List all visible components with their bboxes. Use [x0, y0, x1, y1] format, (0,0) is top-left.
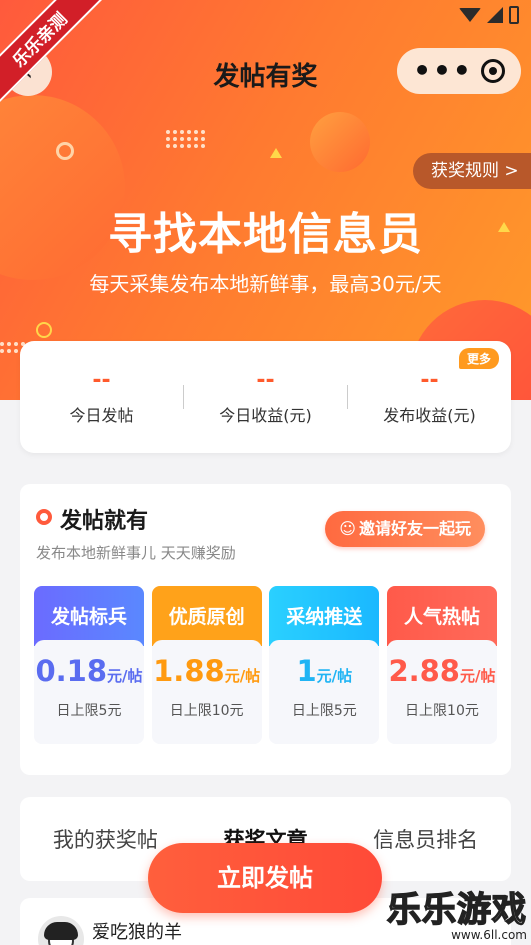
reward-amount-value: 2.88: [388, 654, 460, 688]
post-now-button[interactable]: 立即发帖: [148, 843, 382, 913]
reward-name: 人气热帖: [386, 586, 497, 646]
mini-program-capsule: •••: [397, 48, 521, 94]
wifi-icon: [459, 8, 481, 22]
reward-unit: 元/帖: [460, 667, 496, 685]
watermark-url: www.6ll.com: [451, 928, 527, 942]
stat-label: 今日收益(元): [219, 406, 312, 425]
reward-amount: 1元/帖: [269, 654, 379, 688]
hero-banner: ‹ 发帖有奖 ••• 获奖规则 > 寻找本地信息员 每天采集发布本地新鲜事，最高…: [0, 0, 531, 400]
more-badge[interactable]: 更多: [458, 348, 499, 369]
close-target-icon[interactable]: [480, 59, 505, 83]
reward-body: 2.88元/帖 日上限10元: [386, 640, 497, 744]
reward-amount: 1.88元/帖: [152, 654, 262, 688]
decor-ring: [36, 322, 52, 338]
reward-limit: 日上限10元: [169, 703, 244, 719]
avatar-hair: [44, 922, 78, 940]
decor-dots: [166, 130, 205, 148]
stat-label: 今日发帖: [69, 406, 134, 425]
invite-label: 邀请好友一起玩: [358, 519, 471, 538]
reward-amount: 2.88元/帖: [387, 654, 497, 688]
reward-amount-value: 1.88: [153, 654, 225, 688]
stat-today-posts: -- 今日发帖: [20, 368, 183, 426]
decor-ring: [56, 142, 74, 160]
section-title: 发帖就有: [60, 509, 149, 534]
stat-post-earnings[interactable]: 更多 -- 发布收益(元): [348, 348, 511, 426]
avatar: [38, 916, 84, 945]
reward-limit: 日上限5元: [291, 703, 357, 719]
invite-friends-button[interactable]: ☺ 邀请好友一起玩: [325, 511, 485, 547]
watermark: 乐乐游戏 www.6ll.com: [386, 890, 527, 942]
stat-value: --: [256, 368, 275, 393]
tab-my-awarded-posts[interactable]: 我的获奖帖: [53, 824, 158, 854]
award-rules-button[interactable]: 获奖规则 >: [413, 153, 531, 189]
reward-card[interactable]: 采纳推送 1元/帖 日上限5元: [269, 586, 380, 744]
stat-today-earnings: -- 今日收益(元): [184, 368, 347, 426]
reward-name: 采纳推送: [269, 586, 380, 646]
stat-label: 发布收益(元): [383, 406, 476, 425]
post-reward-card: 发帖就有 发布本地新鲜事儿 天天赚奖励 ☺ 邀请好友一起玩 发帖标兵 0.18元/…: [20, 484, 511, 775]
reward-body: 1元/帖 日上限5元: [269, 640, 380, 744]
decor-triangle: [270, 148, 282, 158]
tab-reporter-ranking[interactable]: 信息员排名: [373, 824, 478, 854]
reward-name: 优质原创: [151, 586, 262, 646]
signal-icon: [487, 7, 503, 23]
user-name: 爱吃狼的羊: [92, 922, 182, 943]
section-dot-icon: [36, 509, 52, 525]
watermark-title: 乐乐游戏: [386, 890, 527, 930]
reward-card[interactable]: 优质原创 1.88元/帖 日上限10元: [151, 586, 262, 744]
stats-card: -- 今日发帖 -- 今日收益(元) 更多 -- 发布收益(元): [20, 341, 511, 453]
reward-name: 发帖标兵: [34, 586, 144, 646]
banner-headline: 寻找本地信息员: [108, 209, 423, 260]
users-icon: ☺: [339, 519, 356, 538]
banner-subline: 每天采集发布本地新鲜事，最高30元/天: [89, 272, 442, 296]
status-bar: [459, 6, 519, 24]
decor-circle: [310, 112, 370, 172]
reward-unit: 元/帖: [107, 667, 143, 685]
reward-list: 发帖标兵 0.18元/帖 日上限5元 优质原创 1.88元/帖 日上限10元 采…: [34, 586, 497, 744]
reward-amount-value: 1: [296, 654, 317, 688]
reward-unit: 元/帖: [316, 667, 353, 685]
section-subtitle: 发布本地新鲜事儿 天天赚奖励: [36, 544, 236, 562]
reward-card[interactable]: 人气热帖 2.88元/帖 日上限10元: [386, 586, 497, 744]
reward-amount-value: 0.18: [35, 654, 108, 688]
stat-value: --: [420, 368, 439, 393]
reward-card[interactable]: 发帖标兵 0.18元/帖 日上限5元: [34, 586, 144, 744]
stat-value: --: [92, 368, 111, 393]
reward-unit: 元/帖: [224, 667, 261, 685]
battery-icon: [509, 6, 519, 24]
more-icon[interactable]: •••: [413, 57, 473, 85]
reward-body: 1.88元/帖 日上限10元: [151, 640, 262, 744]
reward-limit: 日上限5元: [56, 703, 122, 719]
reward-amount: 0.18元/帖: [34, 654, 144, 688]
reward-limit: 日上限10元: [405, 703, 479, 719]
reward-body: 0.18元/帖 日上限5元: [34, 640, 144, 744]
